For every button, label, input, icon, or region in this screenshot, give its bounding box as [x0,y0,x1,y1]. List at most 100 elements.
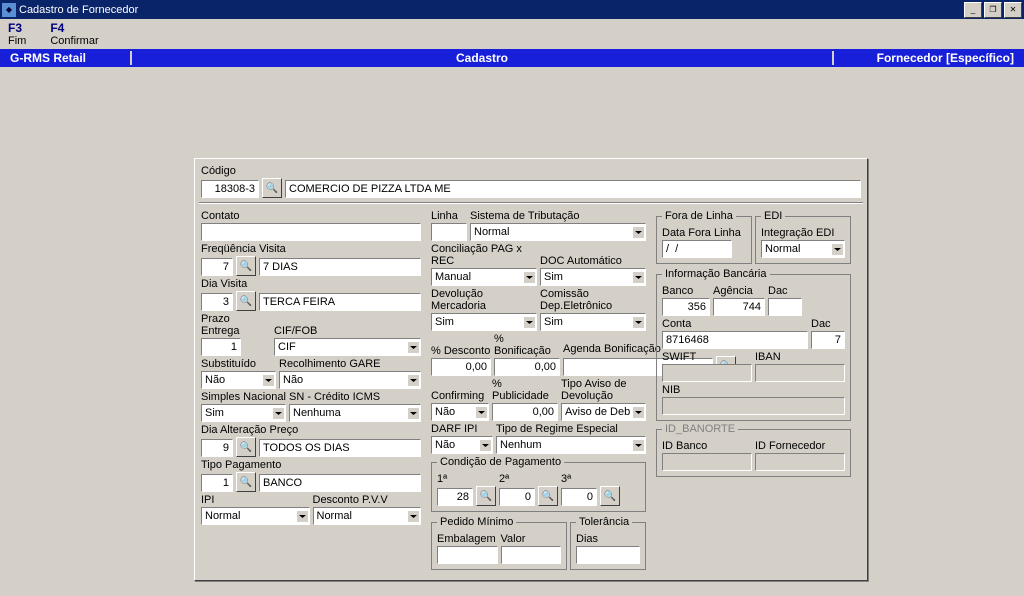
comd-label: Comissão Dep.Eletrônico [540,288,646,312]
val-input[interactable] [501,546,562,564]
pmin-legend: Pedido Mínimo [437,516,516,528]
darf-select[interactable]: Não [431,436,493,454]
contato-label: Contato [201,210,421,222]
idbanco-input[interactable] [662,453,752,471]
edi-select[interactable]: Normal [761,240,845,258]
idforn-input[interactable] [755,453,845,471]
subst-select[interactable]: Não [201,371,276,389]
close-button[interactable]: ✕ [1004,2,1022,18]
banco-label: Banco [662,285,710,297]
dac2-input[interactable] [811,331,845,349]
menubar: F3 Fim F4 Confirmar [0,19,1024,49]
tipoav-select[interactable]: Aviso de Debito [561,403,646,421]
snci-select[interactable]: Nenhuma [289,404,421,422]
menu-f4[interactable]: F4 Confirmar [50,21,98,47]
devm-select[interactable]: Sim [431,313,537,331]
c2-label: 2ª [499,473,558,485]
menu-f3-key: F3 [8,21,26,35]
pbon-input[interactable] [494,358,560,376]
idforn-label: ID Fornecedor [755,440,845,452]
conf-select[interactable]: Não [431,403,489,421]
iban-input[interactable] [755,364,845,382]
prazo-input[interactable] [201,338,241,356]
c1-input[interactable] [437,488,473,506]
treg-label: Tipo de Regime Especial [496,423,646,435]
pedido-minimo-group: Pedido Mínimo Embalagem Valor [431,516,567,570]
dac1-input[interactable] [768,298,802,316]
edi-group: EDI Integração EDI Normal [755,210,851,264]
id-banorte-group: ID_BANORTE ID Banco ID Fornecedor [656,423,851,477]
titlebar: ◆ Cadastro de Fornecedor _ ❐ ✕ [0,0,1024,19]
module-mid: Cadastro [132,51,834,65]
c3-label: 3ª [561,473,620,485]
ag-label: Agência [713,285,765,297]
binoculars-icon: 🔍 [266,183,278,194]
tipopg-lookup-button[interactable]: 🔍 [236,472,256,492]
fora-date-input[interactable] [662,240,732,258]
dias-input[interactable] [576,546,640,564]
idbanco-label: ID Banco [662,440,752,452]
supplier-form: Código 🔍 Contato Freqüência Visita 🔍 Dia… [194,158,868,581]
c1-lookup-button[interactable]: 🔍 [476,486,496,506]
doca-select[interactable]: Sim [540,268,646,286]
gare-select[interactable]: Não [279,371,421,389]
descpvv-select[interactable]: Normal [313,507,422,525]
pdesc-input[interactable] [431,358,491,376]
comd-select[interactable]: Sim [540,313,646,331]
binoculars-icon: 🔍 [240,477,252,488]
c3-input[interactable] [561,488,597,506]
idb-legend: ID_BANORTE [662,423,738,435]
binoculars-icon: 🔍 [240,261,252,272]
treg-select[interactable]: Nenhum [496,436,646,454]
simples-select[interactable]: Sim [201,404,286,422]
diav-lookup-button[interactable]: 🔍 [236,291,256,311]
linha-input[interactable] [431,223,467,241]
module-bar: G-RMS Retail Cadastro Fornecedor [Especí… [0,49,1024,67]
c3-lookup-button[interactable]: 🔍 [600,486,620,506]
nome-input[interactable] [285,180,861,198]
val-label: Valor [501,533,562,545]
diav-desc-input[interactable] [259,293,421,311]
diaalt-num-input[interactable] [201,439,233,457]
codigo-lookup-button[interactable]: 🔍 [262,178,282,198]
c2-lookup-button[interactable]: 🔍 [538,486,558,506]
binoculars-icon: 🔍 [604,491,616,502]
maximize-button[interactable]: ❐ [984,2,1002,18]
ppub-input[interactable] [492,403,558,421]
tipoav-label: Tipo Aviso de Devolução [561,378,646,402]
contato-input[interactable] [201,223,421,241]
ciffob-select[interactable]: CIF [274,338,421,356]
diaalt-lookup-button[interactable]: 🔍 [236,437,256,457]
banco-input[interactable] [662,298,710,316]
app-icon: ◆ [2,3,16,17]
minimize-button[interactable]: _ [964,2,982,18]
diaalt-desc-input[interactable] [259,439,421,457]
conc-select[interactable]: Manual [431,268,537,286]
info-bancaria-group: Informação Bancária Banco Agência Dac [656,268,851,421]
freq-lookup-button[interactable]: 🔍 [236,256,256,276]
fora-de-linha-group: Fora de Linha Data Fora Linha [656,210,752,264]
tipopg-desc-input[interactable] [259,474,421,492]
condicao-pagamento-group: Condição de Pagamento 1ª 🔍 2ª 🔍 [431,456,646,512]
diav-label: Dia Visita [201,278,421,290]
fora-legend: Fora de Linha [662,210,736,222]
nib-input[interactable] [662,397,845,415]
freq-desc-input[interactable] [259,258,421,276]
freq-num-input[interactable] [201,258,233,276]
menu-f3[interactable]: F3 Fim [8,21,26,47]
sist-label: Sistema de Tributação [470,210,646,222]
ag-input[interactable] [713,298,765,316]
tipopg-num-input[interactable] [201,474,233,492]
diav-num-input[interactable] [201,293,233,311]
ipi-select[interactable]: Normal [201,507,310,525]
conta-input[interactable] [662,331,808,349]
pdesc-label: % Desconto [431,345,491,357]
swift-input[interactable] [662,364,752,382]
emb-label: Embalagem [437,533,498,545]
sist-select[interactable]: Normal [470,223,646,241]
ib-legend: Informação Bancária [662,268,770,280]
emb-input[interactable] [437,546,498,564]
gare-label: Recolhimento GARE [279,358,421,370]
codigo-input[interactable] [201,180,259,198]
c2-input[interactable] [499,488,535,506]
